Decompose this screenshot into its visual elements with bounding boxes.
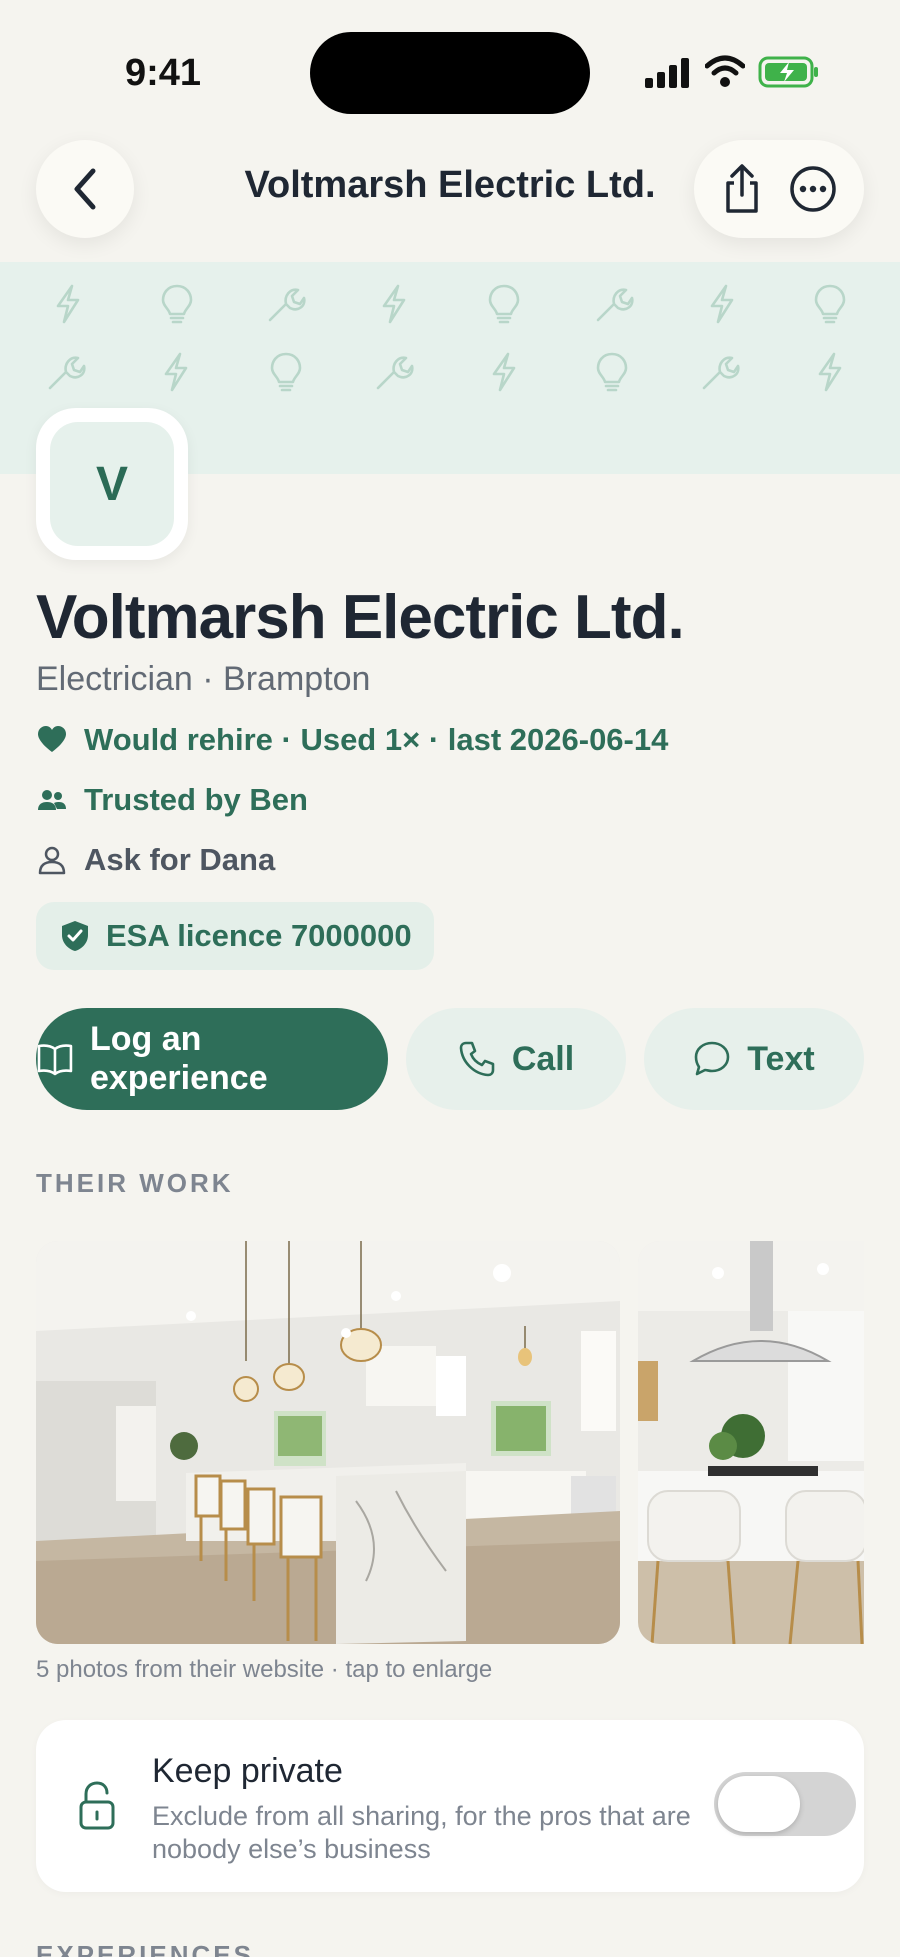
keep-private-card: Keep private Exclude from all sharing, f… <box>36 1720 864 1892</box>
trade-location: Electrician · Brampton <box>36 660 371 698</box>
person-icon <box>38 846 66 875</box>
status-time: 9:41 <box>125 52 202 94</box>
licence-badge: ESA licence 7000000 <box>36 902 434 970</box>
rehire-status: Would rehire · Used 1× · last 2026-06-14 <box>36 722 668 758</box>
nav-title: Voltmarsh Electric Ltd. <box>244 164 656 206</box>
keep-private-title: Keep private <box>152 1752 343 1790</box>
more-icon[interactable] <box>788 164 838 214</box>
dynamic-island <box>310 32 590 114</box>
work-photo[interactable] <box>36 1241 620 1644</box>
rehire-text: Would rehire · Used 1× · last 2026-06-14 <box>84 722 669 757</box>
wifi-icon <box>705 55 745 87</box>
phone-icon <box>459 1041 495 1077</box>
nav-actions <box>694 140 864 238</box>
status-bar: 9:41 <box>0 0 900 140</box>
avatar-letter: V <box>50 422 174 546</box>
text-label: Text <box>747 1039 815 1078</box>
avatar: V <box>36 408 188 560</box>
chat-icon <box>694 1041 730 1076</box>
keep-private-toggle[interactable] <box>714 1772 856 1836</box>
kitchen-photo-1 <box>36 1241 620 1644</box>
text-button[interactable]: Text <box>644 1008 864 1110</box>
work-photo[interactable] <box>638 1241 864 1644</box>
trusted-text: Trusted by Ben <box>84 782 308 817</box>
photos-caption: 5 photos from their website · tap to enl… <box>36 1656 493 1683</box>
call-button[interactable]: Call <box>406 1008 626 1110</box>
section-their-work: THEIR WORK <box>36 1168 234 1198</box>
battery-charging-icon <box>758 56 818 88</box>
kitchen-photo-2 <box>638 1241 864 1644</box>
shield-check-icon <box>62 921 88 951</box>
signal-icon <box>645 58 689 88</box>
section-experiences: EXPERIENCES <box>36 1940 254 1957</box>
share-icon[interactable] <box>720 163 764 215</box>
log-experience-label: Log an experience <box>89 1020 268 1097</box>
keep-private-description: Exclude from all sharing, for the pros t… <box>152 1801 691 1864</box>
book-icon <box>37 1044 73 1076</box>
log-experience-button[interactable]: Log an experience <box>36 1008 388 1110</box>
contact-text: Ask for Dana <box>84 842 276 877</box>
chevron-left-icon <box>74 168 96 210</box>
people-icon <box>38 790 66 810</box>
trusted-by: Trusted by Ben <box>36 782 308 818</box>
heart-icon <box>38 726 66 752</box>
unlock-icon <box>79 1781 115 1830</box>
pro-detail-screen: 9:41 Voltmarsh Electric Ltd. V Voltmarsh… <box>0 0 900 1957</box>
licence-text: ESA licence 7000000 <box>106 918 412 953</box>
call-label: Call <box>511 1039 575 1078</box>
page-title: Voltmarsh Electric Ltd. <box>36 583 685 652</box>
back-button[interactable] <box>36 140 134 238</box>
contact-person: Ask for Dana <box>36 842 275 878</box>
toggle-knob <box>718 1776 800 1832</box>
